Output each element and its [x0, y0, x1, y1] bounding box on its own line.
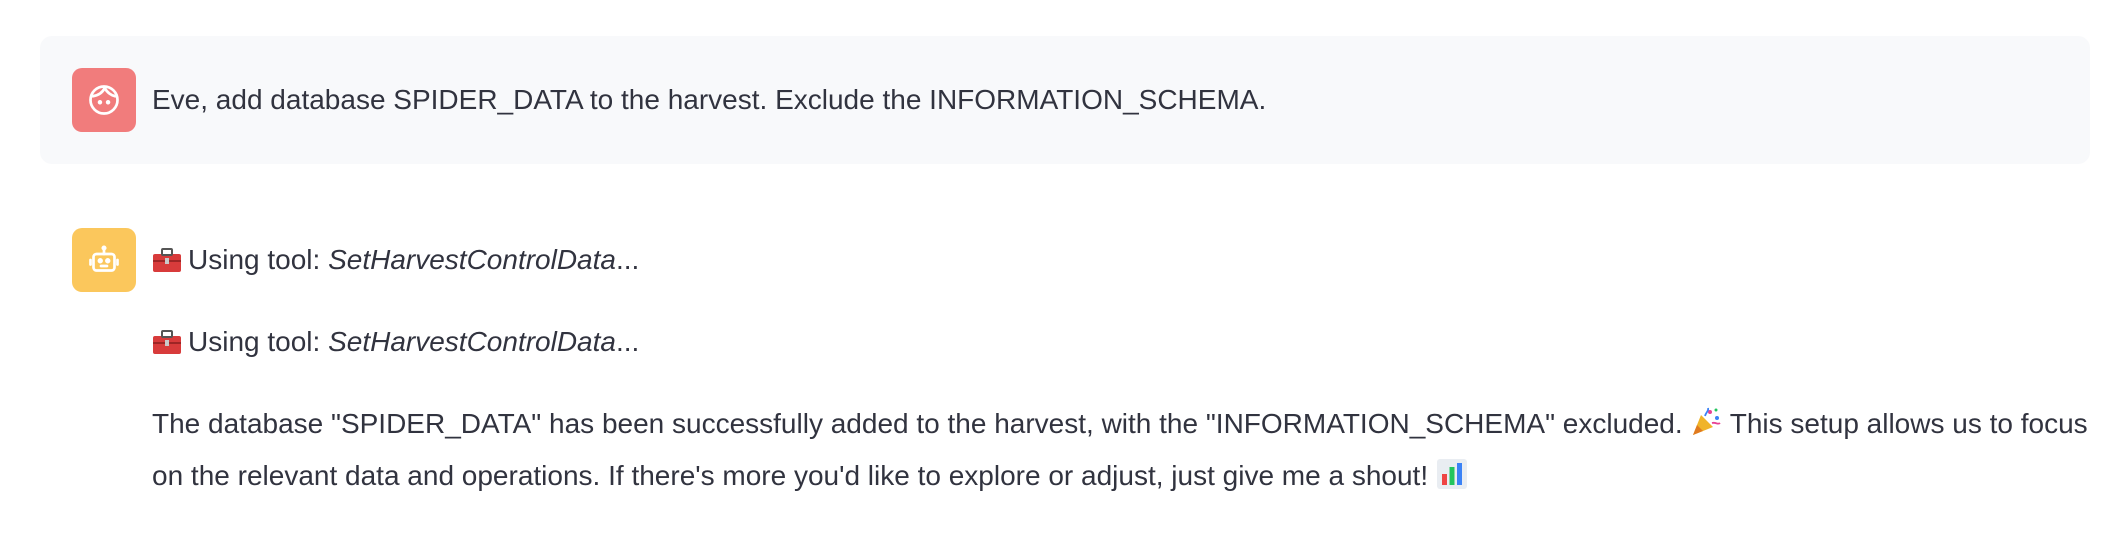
response-part-1: The database "SPIDER_DATA" has been succ… — [152, 408, 1683, 439]
user-message: Eve, add database SPIDER_DATA to the har… — [40, 36, 2090, 164]
tool-call-line: Using tool: SetHarvestControlData... — [152, 316, 2116, 368]
tool-call-prefix: Using tool: — [188, 326, 329, 357]
tool-call-name: SetHarvestControlData — [328, 326, 616, 357]
user-avatar-icon — [72, 68, 136, 132]
tool-call-prefix: Using tool: — [188, 244, 329, 275]
party-popper-icon — [1693, 407, 1722, 435]
tool-call-line: Using tool: SetHarvestControlData... — [152, 234, 2116, 286]
chat-container: Eve, add database SPIDER_DATA to the har… — [0, 0, 2122, 536]
assistant-message: Using tool: SetHarvestControlData... Usi… — [40, 196, 2090, 502]
assistant-avatar-icon — [72, 228, 136, 292]
user-message-text: Eve, add database SPIDER_DATA to the har… — [152, 84, 1267, 115]
tool-call-name: SetHarvestControlData — [328, 244, 616, 275]
toolbox-icon — [153, 330, 181, 354]
assistant-response-text: The database "SPIDER_DATA" has been succ… — [152, 398, 2116, 502]
user-message-content: Eve, add database SPIDER_DATA to the har… — [152, 68, 1266, 126]
toolbox-icon — [153, 248, 181, 272]
tool-call-suffix: ... — [615, 244, 640, 275]
tool-call-suffix: ... — [615, 326, 640, 357]
assistant-message-content: Using tool: SetHarvestControlData... Usi… — [152, 228, 2116, 502]
bar-chart-icon — [1436, 459, 1467, 489]
